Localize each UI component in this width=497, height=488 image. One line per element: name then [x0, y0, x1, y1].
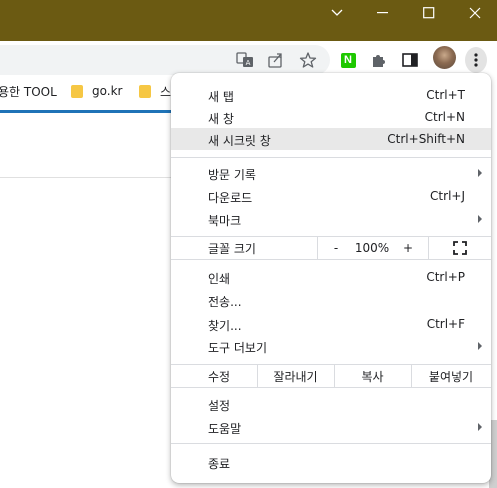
- menu-item-history[interactable]: 방문 기록: [171, 162, 491, 184]
- menu-item-label: 찾기...: [208, 319, 242, 333]
- menu-item-shortcut: Ctrl+Shift+N: [387, 132, 465, 146]
- menu-item-cast[interactable]: 전송...: [171, 289, 491, 311]
- bookmark-item[interactable]: 용한 TOOL: [0, 82, 57, 100]
- naver-extension-icon[interactable]: N: [337, 49, 359, 71]
- menu-item-shortcut: Ctrl+N: [424, 110, 465, 124]
- svg-text:A: A: [246, 59, 251, 67]
- menu-item-incognito[interactable]: 새 시크릿 창 Ctrl+Shift+N: [171, 128, 491, 150]
- minimize-icon[interactable]: [360, 0, 406, 26]
- profile-avatar[interactable]: [433, 46, 456, 69]
- menu-separator: [171, 387, 491, 388]
- menu-kebab-icon[interactable]: [465, 47, 487, 73]
- bookmark-item[interactable]: go.kr: [71, 82, 122, 100]
- menu-item-exit[interactable]: 종료: [171, 451, 491, 473]
- menu-item-label: 방문 기록: [208, 168, 256, 182]
- menu-item-label: 북마크: [208, 214, 242, 228]
- naver-letter: N: [340, 52, 356, 68]
- menu-item-label: 전송...: [208, 295, 242, 309]
- menu-separator: [171, 443, 491, 444]
- menu-item-new-tab[interactable]: 새 탭 Ctrl+T: [171, 84, 491, 106]
- bookmark-label: go.kr: [92, 84, 123, 98]
- folder-icon: [139, 84, 151, 98]
- menu-item-label: 인쇄: [208, 272, 231, 286]
- menu-item-label: 설정: [208, 399, 231, 413]
- menu-item-label: 새 시크릿 창: [208, 134, 271, 148]
- menu-item-bookmarks[interactable]: 북마크: [171, 208, 491, 230]
- menu-item-downloads[interactable]: 다운로드 Ctrl+J: [171, 185, 491, 207]
- submenu-arrow-icon: [478, 342, 482, 350]
- menu-item-shortcut: Ctrl+J: [430, 189, 465, 203]
- cut-button[interactable]: 잘라내기: [257, 365, 334, 387]
- menu-item-more-tools[interactable]: 도구 더보기: [171, 335, 491, 357]
- zoom-level: 100%: [354, 241, 390, 255]
- bookmark-item[interactable]: 스: [139, 82, 171, 100]
- side-panel-icon[interactable]: [399, 49, 421, 71]
- close-icon[interactable]: [452, 0, 497, 26]
- menu-item-new-window[interactable]: 새 창 Ctrl+N: [171, 106, 491, 128]
- extensions-puzzle-icon[interactable]: [368, 49, 390, 71]
- menu-item-shortcut: Ctrl+F: [426, 317, 465, 331]
- menu-item-label: 새 탭: [208, 90, 234, 104]
- menu-separator: [171, 157, 491, 158]
- fullscreen-icon[interactable]: [428, 237, 491, 259]
- edit-row: 수정 잘라내기 복사 붙여넣기: [171, 365, 491, 387]
- folder-icon: [71, 84, 83, 98]
- tab-search-chevron-down-icon[interactable]: [314, 0, 360, 26]
- maximize-icon[interactable]: [406, 0, 452, 26]
- page-divider: [0, 177, 175, 178]
- bookmark-label: 스: [160, 84, 172, 99]
- browser-menu: 새 탭 Ctrl+T 새 창 Ctrl+N 새 시크릿 창 Ctrl+Shift…: [171, 73, 491, 483]
- menu-item-shortcut: Ctrl+T: [426, 88, 465, 102]
- title-bar: [0, 0, 497, 41]
- menu-item-label: 다운로드: [208, 191, 253, 205]
- menu-item-label: 새 창: [208, 112, 234, 126]
- translate-icon[interactable]: A: [234, 49, 256, 71]
- menu-item-label: 도구 더보기: [208, 341, 268, 355]
- bookmark-label: 용한 TOOL: [0, 84, 57, 99]
- menu-item-find[interactable]: 찾기... Ctrl+F: [171, 313, 491, 335]
- menu-item-settings[interactable]: 설정: [171, 393, 491, 415]
- menu-item-label: 종료: [208, 457, 231, 471]
- menu-item-label: 도움말: [208, 422, 242, 436]
- share-icon[interactable]: [265, 49, 287, 71]
- edit-label: 수정: [208, 369, 231, 384]
- menu-separator: [171, 259, 491, 260]
- menu-item-shortcut: Ctrl+P: [426, 270, 465, 284]
- star-icon[interactable]: [297, 49, 319, 71]
- zoom-label: 글꼴 크기: [208, 241, 256, 256]
- menu-item-help[interactable]: 도움말: [171, 416, 491, 438]
- zoom-row: 글꼴 크기 - 100% +: [171, 237, 491, 259]
- menu-item-print[interactable]: 인쇄 Ctrl+P: [171, 266, 491, 288]
- zoom-in-button[interactable]: +: [389, 237, 427, 259]
- copy-button[interactable]: 복사: [334, 365, 411, 387]
- paste-button[interactable]: 붙여넣기: [411, 365, 491, 387]
- zoom-out-button[interactable]: -: [317, 237, 355, 259]
- submenu-arrow-icon: [478, 215, 482, 223]
- submenu-arrow-icon: [478, 169, 482, 177]
- submenu-arrow-icon: [478, 423, 482, 431]
